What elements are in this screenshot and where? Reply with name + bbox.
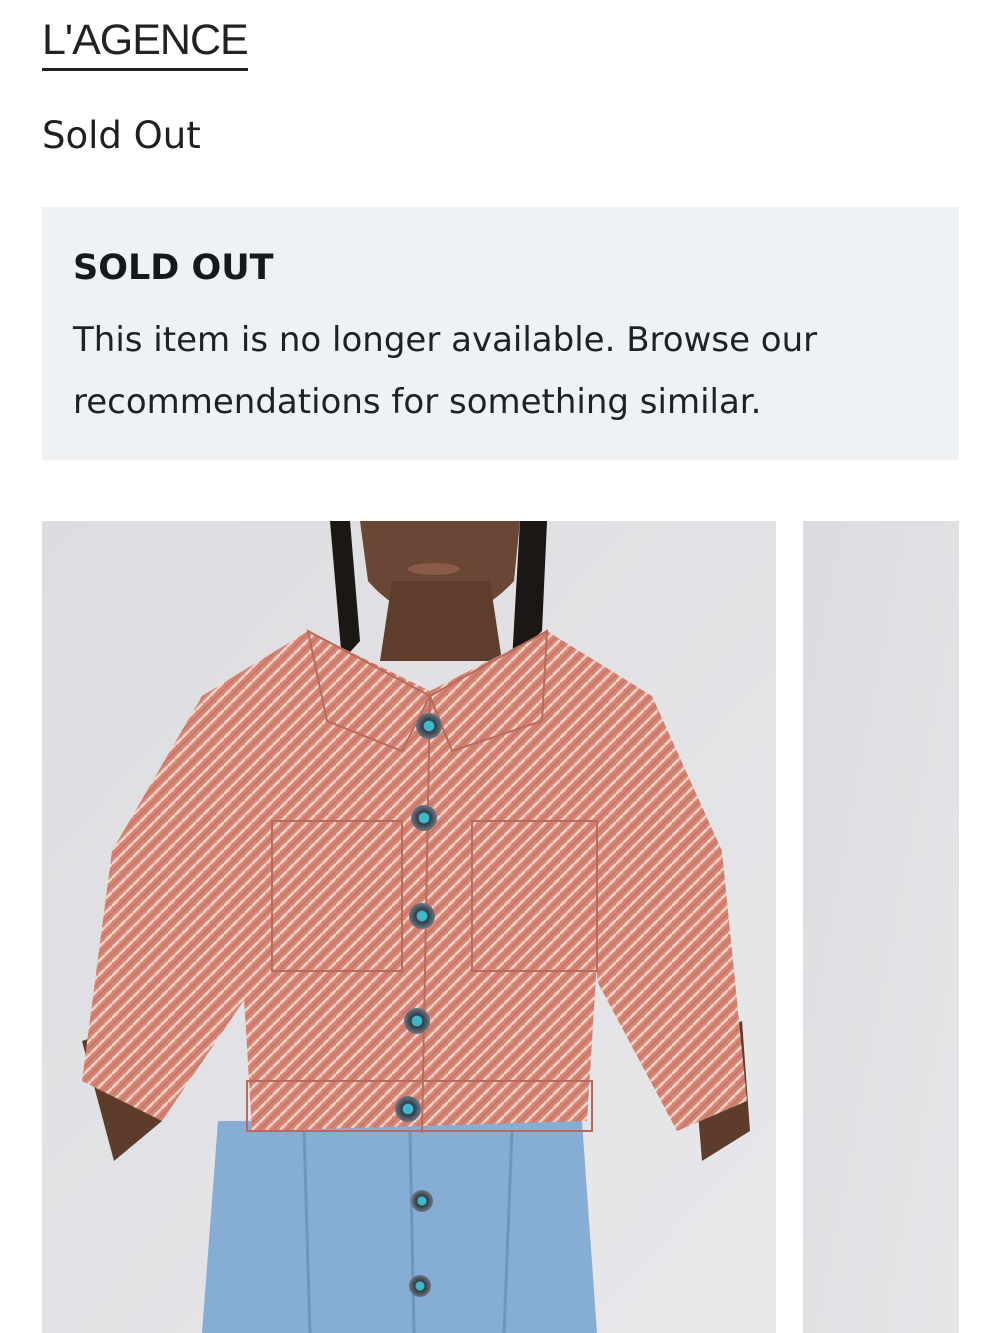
product-photo-illustration (42, 521, 776, 1333)
notice-message: This item is no longer available. Browse… (73, 320, 818, 422)
next-photo-illustration (803, 521, 959, 1333)
sold-out-notice: SOLD OUT This item is no longer availabl… (42, 207, 959, 460)
availability-status: Sold Out (42, 114, 201, 157)
product-image[interactable] (42, 521, 776, 1333)
product-image-next[interactable] (803, 521, 959, 1333)
notice-title: SOLD OUT (73, 248, 274, 288)
brand-link[interactable]: L'AGENCE (42, 14, 249, 71)
product-image-gallery[interactable] (42, 521, 1000, 1333)
